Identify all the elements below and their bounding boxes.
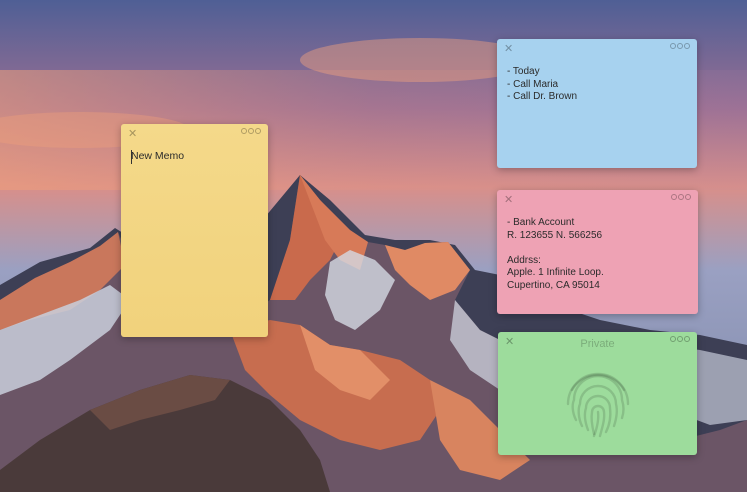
note-blue[interactable]: ✕ - Today - Call Maria - Call Dr. Brown: [497, 39, 697, 168]
note-green-private[interactable]: ✕ Private: [498, 332, 697, 455]
more-options-icon[interactable]: [671, 194, 691, 200]
fingerprint-icon[interactable]: [558, 360, 638, 440]
close-icon[interactable]: ✕: [504, 43, 513, 55]
more-options-icon[interactable]: [241, 128, 261, 134]
note-text[interactable]: New Memo: [131, 150, 260, 163]
note-yellow[interactable]: ✕ New Memo: [121, 124, 268, 337]
close-icon[interactable]: ✕: [128, 128, 137, 140]
close-icon[interactable]: ✕: [504, 194, 513, 206]
note-pink[interactable]: ✕ - Bank Account R. 123655 N. 566256 Add…: [497, 190, 698, 314]
note-title: Private: [580, 338, 615, 350]
note-text[interactable]: - Bank Account R. 123655 N. 566256 Addrs…: [507, 217, 690, 292]
note-text[interactable]: - Today - Call Maria - Call Dr. Brown: [507, 66, 689, 104]
more-options-icon[interactable]: [670, 43, 690, 49]
